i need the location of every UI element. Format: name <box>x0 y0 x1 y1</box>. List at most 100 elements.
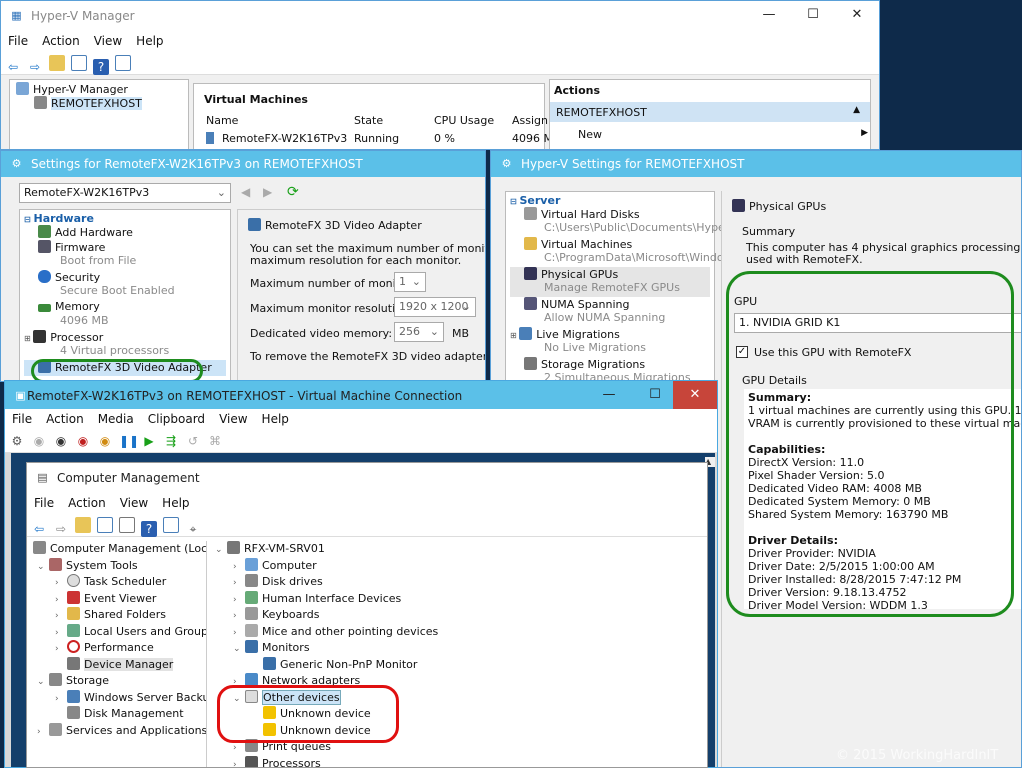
device-item[interactable]: › Disk drives <box>213 574 707 591</box>
shutdown-icon[interactable]: ◉ <box>75 433 91 449</box>
tree-item[interactable]: Computer Management (Local <box>31 541 206 558</box>
device-item[interactable]: › Computer <box>213 557 707 575</box>
device-item[interactable]: ⌄ Other devices <box>213 689 707 707</box>
device-item[interactable]: › Keyboards <box>213 607 707 624</box>
vm-selector[interactable]: RemoteFX-W2K16TPv3 ⌄ <box>19 183 231 203</box>
chevron-right-icon[interactable]: › <box>55 644 67 654</box>
col-cpu[interactable]: CPU Usage <box>434 114 494 127</box>
tree-item[interactable]: › Shared Folders <box>31 607 206 624</box>
chevron-down-icon[interactable]: ⌄ <box>233 644 245 654</box>
chevron-right-icon[interactable]: › <box>233 595 245 605</box>
list-item[interactable]: Add Hardware <box>24 225 226 240</box>
folder-up-icon[interactable] <box>49 55 65 71</box>
maximize-button[interactable]: ☐ <box>791 1 835 31</box>
gpu-select[interactable]: 1. NVIDIA GRID K1 <box>734 313 1021 333</box>
list-item[interactable]: Virtual Hard Disks <box>510 207 710 221</box>
device-item[interactable]: ⌄ Monitors <box>213 640 707 657</box>
menu-clipboard[interactable]: Clipboard <box>141 409 212 429</box>
properties-icon[interactable] <box>119 517 135 533</box>
prev-arrow-icon[interactable]: ◀ <box>241 185 250 199</box>
menu-view[interactable]: View <box>212 409 254 429</box>
chevron-right-icon[interactable]: › <box>233 677 245 687</box>
pause-icon[interactable]: ❚❚ <box>119 433 139 449</box>
chevron-right-icon[interactable]: › <box>233 743 245 753</box>
back-arrow-icon[interactable]: ⇦ <box>5 59 21 75</box>
chevron-right-icon[interactable]: › <box>233 578 245 588</box>
video-memory-select[interactable]: 256 ⌄ <box>394 322 444 342</box>
list-item[interactable]: NUMA Spanning <box>510 297 710 311</box>
menu-help[interactable]: Help <box>129 31 170 51</box>
forward-arrow-icon[interactable]: ⇨ <box>53 521 69 537</box>
checkbox-checked-icon[interactable]: ✓ <box>736 346 748 358</box>
refresh-icon[interactable]: ⟳ <box>287 184 299 200</box>
device-item[interactable]: › Print queues <box>213 739 707 756</box>
help-icon[interactable]: ? <box>141 521 157 537</box>
pane-icon[interactable] <box>163 517 179 533</box>
list-item[interactable]: ⊞ Live Migrations <box>510 327 710 341</box>
menu-view[interactable]: View <box>87 31 129 51</box>
tree-item[interactable]: › Task Scheduler <box>31 574 206 591</box>
chevron-right-icon[interactable]: › <box>55 578 67 588</box>
tree-item[interactable]: ⌄ System Tools <box>31 557 206 575</box>
chevron-right-icon[interactable]: › <box>55 694 67 704</box>
next-arrow-icon[interactable]: ▶ <box>263 185 272 199</box>
device-item[interactable]: › Mice and other pointing devices <box>213 623 707 641</box>
menu-action[interactable]: Action <box>39 409 91 429</box>
list-item[interactable]: Memory <box>24 300 226 314</box>
chevron-right-icon[interactable]: › <box>233 628 245 638</box>
device-root[interactable]: ⌄ RFX-VM-SRV01 <box>213 541 707 558</box>
action-new[interactable]: New ▶ <box>578 128 868 141</box>
col-assigned[interactable]: Assign <box>512 114 548 127</box>
chevron-right-icon[interactable]: › <box>233 611 245 621</box>
device-item[interactable]: › Network adapters <box>213 673 707 690</box>
chevron-down-icon[interactable]: ⌄ <box>215 545 227 555</box>
folder-up-icon[interactable] <box>75 517 91 533</box>
close-button[interactable]: ✕ <box>673 381 717 411</box>
menu-file[interactable]: File <box>5 409 39 429</box>
chevron-down-icon[interactable]: ⌄ <box>37 562 49 572</box>
chevron-down-icon[interactable]: ⌄ <box>37 677 49 687</box>
chevron-right-icon[interactable]: › <box>233 760 245 768</box>
tree-host[interactable]: REMOTEFXHOST <box>16 96 182 110</box>
menu-file[interactable]: File <box>1 31 35 51</box>
chevron-right-icon[interactable]: › <box>233 562 245 572</box>
revert-icon[interactable]: ↺ <box>185 433 201 449</box>
scan-hardware-icon[interactable]: ⌖ <box>185 521 201 537</box>
chevron-right-icon[interactable]: › <box>55 611 67 621</box>
menu-media[interactable]: Media <box>91 409 141 429</box>
table-row[interactable]: RemoteFX-W2K16TPv3 Running 0 % 4096 M <box>204 132 553 146</box>
close-button[interactable]: ✕ <box>835 1 879 31</box>
chevron-right-icon[interactable]: › <box>55 628 67 638</box>
menu-view[interactable]: View <box>113 493 155 513</box>
device-item[interactable]: › Human Interface Devices <box>213 590 707 608</box>
menu-action[interactable]: Action <box>35 31 87 51</box>
checkpoint-icon[interactable]: ⇶ <box>163 433 179 449</box>
turn-off-icon[interactable]: ◉ <box>53 433 69 449</box>
maximize-button[interactable]: ☐ <box>633 381 677 411</box>
forward-arrow-icon[interactable]: ⇨ <box>27 59 43 75</box>
tree-root-hyperv[interactable]: Hyper-V Manager <box>16 82 182 96</box>
use-gpu-checkbox[interactable]: ✓ Use this GPU with RemoteFX <box>736 346 911 359</box>
tree-item[interactable]: Device Manager <box>31 656 206 674</box>
minimize-button[interactable]: — <box>587 381 631 411</box>
collapse-triangle-icon[interactable]: ▲ <box>853 105 860 115</box>
list-item[interactable]: Security <box>24 270 226 284</box>
minimize-button[interactable]: — <box>747 1 791 31</box>
tree-item[interactable]: › Event Viewer <box>31 590 206 608</box>
col-state[interactable]: State <box>354 114 383 127</box>
help-icon[interactable]: ? <box>93 59 109 75</box>
start-icon[interactable]: ◉ <box>31 433 47 449</box>
monitors-select[interactable]: 1 ⌄ <box>394 272 426 292</box>
menu-help[interactable]: Help <box>255 409 296 429</box>
tree-item[interactable]: › Local Users and Groups <box>31 623 206 641</box>
chevron-down-icon[interactable]: ⌄ <box>233 694 245 704</box>
list-item[interactable]: Physical GPUs Manage RemoteFX GPUs <box>510 267 710 297</box>
col-name[interactable]: Name <box>206 114 238 127</box>
save-icon[interactable]: ◉ <box>97 433 113 449</box>
tree-item[interactable]: ⌄ Storage <box>31 673 206 690</box>
console-tree-icon[interactable] <box>71 55 87 71</box>
list-item[interactable]: ⊞ Processor <box>24 330 226 344</box>
actions-host-header[interactable]: REMOTEFXHOST ▲ <box>550 102 870 122</box>
pane-icon[interactable] <box>115 55 131 71</box>
chevron-right-icon[interactable]: › <box>55 595 67 605</box>
